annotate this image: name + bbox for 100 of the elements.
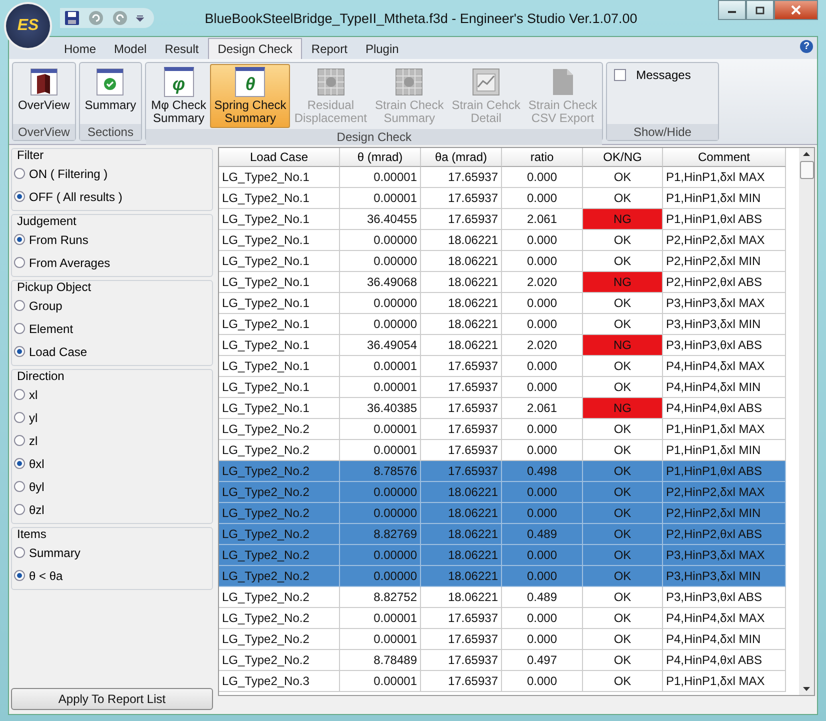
table-row[interactable]: LG_Type2_No.2 0.00000 18.06221 0.000 OK P2,HinP2,δxl MIN bbox=[219, 503, 799, 524]
window-title: BlueBookSteelBridge_TypeII_Mtheta.f3d - Engineer's Studio Ver.1.07.00 bbox=[204, 10, 638, 26]
radio-option[interactable]: Group bbox=[12, 294, 208, 317]
ribbon-tab[interactable]: Report bbox=[302, 39, 356, 59]
app-logo[interactable]: ES bbox=[6, 4, 50, 48]
scroll-down-arrow-icon[interactable] bbox=[802, 686, 811, 692]
table-row[interactable]: LG_Type2_No.1 0.00000 18.06221 0.000 OK P3,HinP3,δxl MIN bbox=[219, 314, 799, 335]
radio-option[interactable]: Summary bbox=[12, 541, 208, 564]
table-cell: NG bbox=[583, 398, 663, 419]
close-button[interactable] bbox=[774, 0, 818, 20]
ribbon-button[interactable]: θ Spring Check Summary bbox=[210, 64, 290, 128]
ribbon-tab[interactable]: Model bbox=[105, 39, 156, 59]
table-cell: 0.00001 bbox=[340, 608, 421, 629]
column-header[interactable]: OK/NG bbox=[583, 148, 663, 167]
table-cell: LG_Type2_No.2 bbox=[219, 608, 340, 629]
radio-option[interactable]: θzl bbox=[12, 498, 208, 521]
group-label: Design Check bbox=[146, 129, 602, 145]
table-cell: 0.00001 bbox=[340, 671, 421, 692]
table-row[interactable]: LG_Type2_No.1 36.49054 18.06221 2.020 NG P3,HinP3,θxl ABS bbox=[219, 335, 799, 356]
group-title: Filter bbox=[17, 148, 45, 162]
table-cell: 18.06221 bbox=[421, 587, 502, 608]
radio-option[interactable]: ON ( Filtering ) bbox=[12, 162, 208, 185]
column-header[interactable]: ratio bbox=[502, 148, 583, 167]
table-row[interactable]: LG_Type2_No.2 0.00000 18.06221 0.000 OK P2,HinP2,δxl MAX bbox=[219, 482, 799, 503]
radio-option[interactable]: Load Case bbox=[12, 340, 208, 363]
table-row[interactable]: LG_Type2_No.1 36.40385 17.65937 2.061 NG P4,HinP4,θxl ABS bbox=[219, 398, 799, 419]
table-cell: 0.000 bbox=[502, 230, 583, 251]
table-row[interactable]: LG_Type2_No.1 36.49068 18.06221 2.020 NG P2,HinP2,θxl ABS bbox=[219, 272, 799, 293]
table-cell: 17.65937 bbox=[421, 209, 502, 230]
apply-button[interactable]: Apply To Report List bbox=[11, 688, 213, 710]
table-cell: 18.06221 bbox=[421, 335, 502, 356]
table-row[interactable]: LG_Type2_No.1 0.00001 17.65937 0.000 OK P4,HinP4,δxl MAX bbox=[219, 356, 799, 377]
radio-option[interactable]: From Averages bbox=[12, 251, 208, 274]
table-row[interactable]: LG_Type2_No.2 8.82769 18.06221 0.489 OK P2,HinP2,θxl ABS bbox=[219, 524, 799, 545]
table-row[interactable]: LG_Type2_No.1 0.00001 17.65937 0.000 OK P1,HinP1,δxl MIN bbox=[219, 188, 799, 209]
table-row[interactable]: LG_Type2_No.2 0.00001 17.65937 0.000 OK P4,HinP4,δxl MIN bbox=[219, 629, 799, 650]
radio-option[interactable]: yl bbox=[12, 406, 208, 429]
table-row[interactable]: LG_Type2_No.2 8.78576 17.65937 0.498 OK P1,HinP1,θxl ABS bbox=[219, 461, 799, 482]
table-row[interactable]: LG_Type2_No.3 0.00001 17.65937 0.000 OK P1,HinP1,δxl MAX bbox=[219, 671, 799, 692]
table-cell: LG_Type2_No.2 bbox=[219, 545, 340, 566]
column-header[interactable]: Comment bbox=[663, 148, 786, 167]
table-cell: 18.06221 bbox=[421, 314, 502, 335]
column-header[interactable]: θa (mrad) bbox=[421, 148, 502, 167]
table-cell: 0.00000 bbox=[340, 251, 421, 272]
table-row[interactable]: LG_Type2_No.2 8.78489 17.65937 0.497 OK P4,HinP4,θxl ABS bbox=[219, 650, 799, 671]
minimize-button[interactable] bbox=[718, 0, 746, 20]
help-icon[interactable]: ? bbox=[800, 40, 813, 53]
table-row[interactable]: LG_Type2_No.1 0.00000 18.06221 0.000 OK P2,HinP2,δxl MIN bbox=[219, 251, 799, 272]
radio-option[interactable]: θyl bbox=[12, 475, 208, 498]
radio-option[interactable]: xl bbox=[12, 383, 208, 406]
radio-option[interactable]: zl bbox=[12, 429, 208, 452]
ribbon-button[interactable]: Summary bbox=[80, 64, 140, 123]
vertical-scrollbar[interactable] bbox=[799, 148, 814, 695]
table-cell: LG_Type2_No.1 bbox=[219, 272, 340, 293]
table-cell: 0.00001 bbox=[340, 167, 421, 188]
table-row[interactable]: LG_Type2_No.2 0.00000 18.06221 0.000 OK P3,HinP3,δxl MAX bbox=[219, 545, 799, 566]
table-cell: 0.000 bbox=[502, 314, 583, 335]
table-cell: 8.82769 bbox=[340, 524, 421, 545]
column-header[interactable]: θ (mrad) bbox=[340, 148, 421, 167]
table-cell: OK bbox=[583, 419, 663, 440]
table-cell: OK bbox=[583, 293, 663, 314]
ribbon-tab[interactable]: Plugin bbox=[356, 39, 408, 59]
save-icon[interactable] bbox=[64, 10, 80, 26]
table-cell: P3,HinP3,δxl MIN bbox=[663, 566, 786, 587]
maximize-button[interactable] bbox=[746, 0, 774, 20]
ribbon-button[interactable]: φ Mφ Check Summary bbox=[147, 64, 210, 128]
radio-option[interactable]: Element bbox=[12, 317, 208, 340]
table-cell: LG_Type2_No.1 bbox=[219, 167, 340, 188]
table-row[interactable]: LG_Type2_No.2 0.00000 18.06221 0.000 OK P3,HinP3,δxl MIN bbox=[219, 566, 799, 587]
table-cell: LG_Type2_No.2 bbox=[219, 419, 340, 440]
scroll-up-arrow-icon[interactable] bbox=[802, 151, 811, 157]
scrollbar-thumb[interactable] bbox=[800, 161, 814, 179]
table-cell: LG_Type2_No.1 bbox=[219, 377, 340, 398]
table-row[interactable]: LG_Type2_No.1 0.00001 17.65937 0.000 OK P1,HinP1,δxl MAX bbox=[219, 167, 799, 188]
table-row[interactable]: LG_Type2_No.1 0.00000 18.06221 0.000 OK P3,HinP3,δxl MAX bbox=[219, 293, 799, 314]
table-row[interactable]: LG_Type2_No.2 0.00001 17.65937 0.000 OK P1,HinP1,δxl MAX bbox=[219, 419, 799, 440]
radio-option[interactable]: θxl bbox=[12, 452, 208, 475]
ribbon-tab[interactable]: Result bbox=[156, 39, 208, 59]
table-cell: P3,HinP3,δxl MAX bbox=[663, 545, 786, 566]
table-cell: OK bbox=[583, 503, 663, 524]
ribbon-button[interactable]: OverView bbox=[14, 64, 74, 123]
table-row[interactable]: LG_Type2_No.1 36.40455 17.65937 2.061 NG P1,HinP1,θxl ABS bbox=[219, 209, 799, 230]
table-cell: 0.489 bbox=[502, 524, 583, 545]
column-header[interactable]: Load Case bbox=[219, 148, 340, 167]
table-cell: 0.000 bbox=[502, 356, 583, 377]
table-cell: 0.000 bbox=[502, 251, 583, 272]
radio-option[interactable]: θ < θa bbox=[12, 564, 208, 587]
table-row[interactable]: LG_Type2_No.1 0.00000 18.06221 0.000 OK P2,HinP2,δxl MAX bbox=[219, 230, 799, 251]
radio-option[interactable]: OFF ( All results ) bbox=[12, 185, 208, 208]
radio-option[interactable]: From Runs bbox=[12, 228, 208, 251]
messages-checkbox[interactable]: Messages bbox=[608, 64, 717, 123]
table-cell: OK bbox=[583, 650, 663, 671]
ribbon-tab[interactable]: Home bbox=[55, 39, 106, 59]
table-cell: P1,HinP1,θxl ABS bbox=[663, 209, 786, 230]
table-row[interactable]: LG_Type2_No.2 8.82752 18.06221 0.489 OK P3,HinP3,θxl ABS bbox=[219, 587, 799, 608]
table-row[interactable]: LG_Type2_No.2 0.00001 17.65937 0.000 OK P4,HinP4,δxl MAX bbox=[219, 608, 799, 629]
ribbon-tab[interactable]: Design Check bbox=[208, 38, 302, 59]
table-row[interactable]: LG_Type2_No.1 0.00001 17.65937 0.000 OK P4,HinP4,δxl MIN bbox=[219, 377, 799, 398]
dropdown-caret-icon[interactable] bbox=[136, 14, 144, 22]
table-cell: LG_Type2_No.2 bbox=[219, 629, 340, 650]
